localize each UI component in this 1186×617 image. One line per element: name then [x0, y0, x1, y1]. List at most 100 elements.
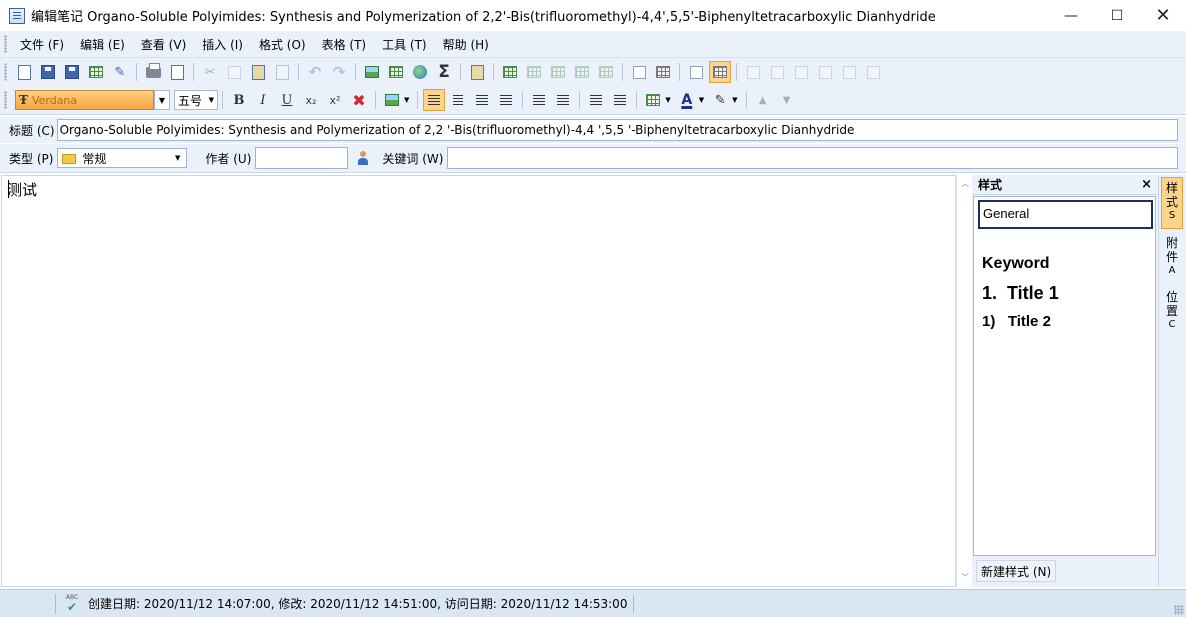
- table-split-button[interactable]: [652, 61, 674, 83]
- paste-button[interactable]: [247, 61, 269, 83]
- move-up-button[interactable]: ▲: [752, 89, 774, 111]
- superscript-button[interactable]: x²: [324, 89, 346, 111]
- insert-image-button[interactable]: [361, 61, 383, 83]
- menu-format[interactable]: 格式 (O): [251, 36, 314, 53]
- bullet-list-button[interactable]: [609, 89, 631, 111]
- type-select[interactable]: 常规 ▼: [57, 148, 188, 168]
- save-button[interactable]: [37, 61, 59, 83]
- style-item-title-2[interactable]: 1) Title 2: [982, 313, 1051, 330]
- format-toolbar: Ŧ Verdana ▼ 五号 ▼ B I U x₂ x² ✖ ▼ ▼ A ▼ ✎…: [0, 86, 1186, 115]
- table-delete-column-button[interactable]: [595, 61, 617, 83]
- border-bottom-button[interactable]: [790, 61, 812, 83]
- author-input[interactable]: [255, 147, 349, 169]
- align-right-button[interactable]: [471, 89, 493, 111]
- insert-picture-button[interactable]: [381, 89, 403, 111]
- menu-view[interactable]: 查看 (V): [133, 36, 194, 53]
- print-preview-button[interactable]: [166, 61, 188, 83]
- paste-special-button[interactable]: [271, 61, 293, 83]
- menu-table[interactable]: 表格 (T): [314, 36, 375, 53]
- save-as-button[interactable]: [61, 61, 83, 83]
- numbered-list-button[interactable]: [585, 89, 607, 111]
- highlight-button[interactable]: ✎: [709, 89, 731, 111]
- border-none-button[interactable]: [862, 61, 884, 83]
- show-gridlines-button[interactable]: [709, 61, 731, 83]
- bold-button[interactable]: B: [228, 89, 250, 111]
- resize-grip-icon[interactable]: [1174, 605, 1184, 615]
- insert-link-button[interactable]: [409, 61, 431, 83]
- menu-edit[interactable]: 编辑 (E): [72, 36, 133, 53]
- panel-close-icon[interactable]: ×: [1141, 177, 1152, 192]
- font-name-select[interactable]: Ŧ Verdana: [15, 90, 154, 110]
- save-all-button[interactable]: [85, 61, 107, 83]
- cut-button[interactable]: ✂: [199, 61, 221, 83]
- chevron-down-icon[interactable]: ▼: [404, 96, 409, 104]
- spell-check-icon[interactable]: ABC ✔: [62, 594, 82, 613]
- minimize-button[interactable]: —: [1048, 0, 1094, 31]
- print-button[interactable]: [142, 61, 164, 83]
- align-left-button[interactable]: [423, 89, 446, 111]
- redo-button[interactable]: ↷: [328, 61, 350, 83]
- tab-styles[interactable]: 样 式 S: [1161, 177, 1183, 229]
- insert-formula-button[interactable]: Σ: [433, 61, 455, 83]
- scroll-down-icon[interactable]: ﹀: [957, 571, 973, 585]
- toolbar-grip[interactable]: [4, 91, 7, 109]
- copy-button[interactable]: [223, 61, 245, 83]
- insert-table-button[interactable]: [385, 61, 407, 83]
- menu-insert[interactable]: 插入 (I): [194, 36, 251, 53]
- tab-attachments[interactable]: 附 件 A: [1161, 233, 1183, 279]
- style-item-keyword[interactable]: Keyword: [982, 255, 1050, 273]
- border-all-button[interactable]: [742, 61, 764, 83]
- close-button[interactable]: ✕: [1140, 0, 1186, 31]
- font-color-button[interactable]: A: [676, 89, 698, 111]
- border-top-button[interactable]: [766, 61, 788, 83]
- subscript-button[interactable]: x₂: [300, 89, 322, 111]
- underline-button[interactable]: U: [276, 89, 298, 111]
- border-right-button[interactable]: [838, 61, 860, 83]
- tab-styles-label-2: 式: [1165, 195, 1178, 209]
- type-select-value-wrap: 常规: [62, 150, 106, 167]
- clipboard-button[interactable]: [466, 61, 488, 83]
- note-editor[interactable]: 测试: [1, 175, 956, 587]
- table-style-button[interactable]: [642, 89, 664, 111]
- decrease-indent-button[interactable]: [528, 89, 550, 111]
- title-input[interactable]: Organo-Soluble Polyimides: Synthesis and…: [56, 119, 1178, 141]
- chevron-down-icon[interactable]: ▼: [732, 96, 737, 104]
- align-center-button[interactable]: [447, 89, 469, 111]
- font-name-dropdown-button[interactable]: ▼: [154, 90, 170, 110]
- new-style-button[interactable]: 新建样式 (N): [976, 560, 1057, 582]
- clear-format-button[interactable]: ✖: [348, 89, 370, 111]
- table-delete-row-button[interactable]: [571, 61, 593, 83]
- toolbar-grip[interactable]: [4, 35, 7, 53]
- table-properties-button[interactable]: [685, 61, 707, 83]
- move-down-button[interactable]: ▼: [776, 89, 798, 111]
- editor-content[interactable]: 测试: [7, 179, 37, 200]
- table-insert-column-button[interactable]: [547, 61, 569, 83]
- new-note-button[interactable]: [13, 61, 35, 83]
- italic-button[interactable]: I: [252, 89, 274, 111]
- tab-location[interactable]: 位 置 C: [1161, 287, 1183, 333]
- chevron-down-icon[interactable]: ▼: [699, 96, 704, 104]
- font-color-icon: A: [681, 92, 693, 108]
- style-item-general[interactable]: General: [978, 200, 1153, 229]
- author-picker-icon[interactable]: [356, 151, 370, 165]
- status-dates: 创建日期: 2020/11/12 14:07:00, 修改: 2020/11/1…: [88, 594, 635, 613]
- font-size-select[interactable]: 五号 ▼: [174, 90, 218, 110]
- table-insert-button[interactable]: [499, 61, 521, 83]
- style-item-title-1[interactable]: 1. Title 1: [982, 283, 1059, 304]
- chevron-down-icon[interactable]: ▼: [665, 96, 670, 104]
- pin-button[interactable]: ✎: [109, 61, 131, 83]
- border-left-button[interactable]: [814, 61, 836, 83]
- editor-scrollbar[interactable]: ︿ ﹀: [956, 175, 972, 587]
- menu-file[interactable]: 文件 (F): [12, 36, 72, 53]
- menu-tools[interactable]: 工具 (T): [374, 36, 435, 53]
- undo-button[interactable]: ↶: [304, 61, 326, 83]
- increase-indent-button[interactable]: [552, 89, 574, 111]
- table-insert-row-button[interactable]: [523, 61, 545, 83]
- table-merge-button[interactable]: [628, 61, 650, 83]
- toolbar-grip[interactable]: [4, 63, 7, 81]
- maximize-button[interactable]: ☐: [1094, 0, 1140, 31]
- keywords-input[interactable]: [447, 147, 1179, 169]
- align-justify-button[interactable]: [495, 89, 517, 111]
- menu-help[interactable]: 帮助 (H): [435, 36, 497, 53]
- scroll-up-icon[interactable]: ︿: [957, 177, 973, 191]
